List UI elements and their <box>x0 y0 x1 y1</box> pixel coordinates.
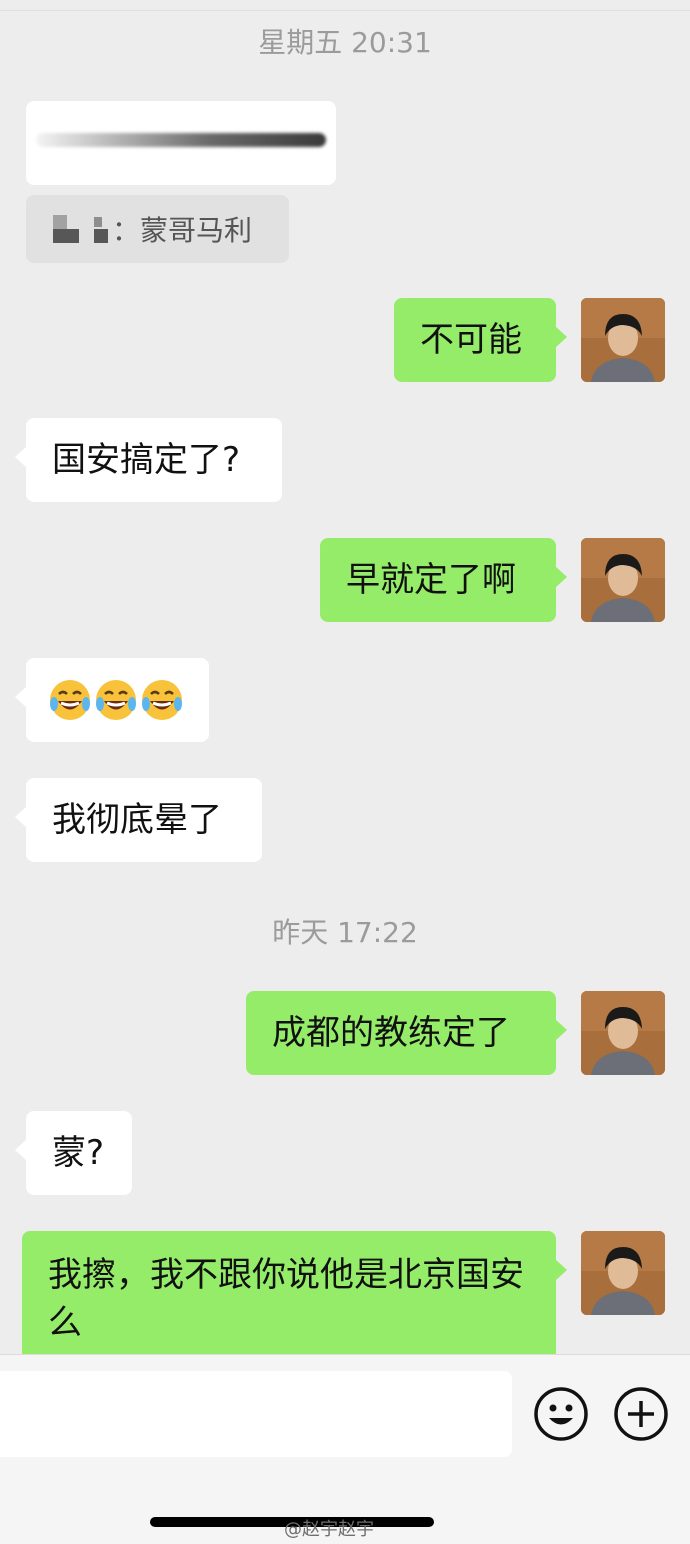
person-avatar-icon <box>581 538 665 622</box>
person-avatar-icon <box>581 991 665 1075</box>
pixelated-name <box>26 195 116 263</box>
redacted-message-bubble[interactable] <box>26 101 336 185</box>
avatar[interactable] <box>581 538 665 622</box>
tears-of-joy-emoji-icon <box>50 680 90 720</box>
timestamp-first: 星期五 20:31 <box>258 26 432 59</box>
message-bubble-outgoing[interactable]: 不可能 <box>394 298 567 382</box>
redaction-smear <box>36 133 326 147</box>
message-bubble-outgoing[interactable]: 我擦，我不跟你说他是北京国安么 <box>22 1231 567 1363</box>
message-text: 我彻底晕了 <box>52 800 222 840</box>
quoted-reply[interactable]: ：蒙哥马利 <box>26 195 289 263</box>
message-text: 早就定了啊 <box>346 560 516 600</box>
message-bubble-incoming[interactable]: 国安搞定了? <box>15 418 282 502</box>
watermark: @赵宇赵宇 <box>284 1519 374 1540</box>
person-avatar-icon <box>581 298 665 382</box>
avatar[interactable] <box>581 298 665 382</box>
avatar[interactable] <box>581 1231 665 1315</box>
message-text: 不可能 <box>420 320 522 360</box>
message-bubble-outgoing[interactable]: 早就定了啊 <box>320 538 567 622</box>
message-text: 国安搞定了? <box>52 440 241 480</box>
message-bubble-outgoing[interactable]: 成都的教练定了 <box>246 991 567 1075</box>
message-input[interactable] <box>0 1371 512 1457</box>
quoted-text: ：蒙哥马利 <box>112 214 253 247</box>
emoji-group <box>26 678 206 722</box>
message-bubble-incoming[interactable]: 😂😂😂 <box>15 658 209 742</box>
tears-of-joy-emoji-icon <box>142 680 182 720</box>
message-text: 我擦，我不跟你说他是北京国安么 <box>48 1255 524 1343</box>
person-avatar-icon <box>581 1231 665 1315</box>
top-divider <box>0 10 690 11</box>
timestamp-second: 昨天 17:22 <box>272 916 418 949</box>
avatar[interactable] <box>581 991 665 1075</box>
message-text: 蒙? <box>52 1133 105 1173</box>
message-bubble-incoming[interactable]: 我彻底晕了 <box>15 778 262 862</box>
emoji-text: 😂😂😂 <box>26 700 27 701</box>
smile-icon[interactable] <box>532 1385 590 1443</box>
plus-circle-icon[interactable] <box>612 1385 670 1443</box>
message-bubble-incoming[interactable]: 蒙? <box>15 1111 132 1195</box>
message-text: 成都的教练定了 <box>272 1013 510 1053</box>
tears-of-joy-emoji-icon <box>96 680 136 720</box>
